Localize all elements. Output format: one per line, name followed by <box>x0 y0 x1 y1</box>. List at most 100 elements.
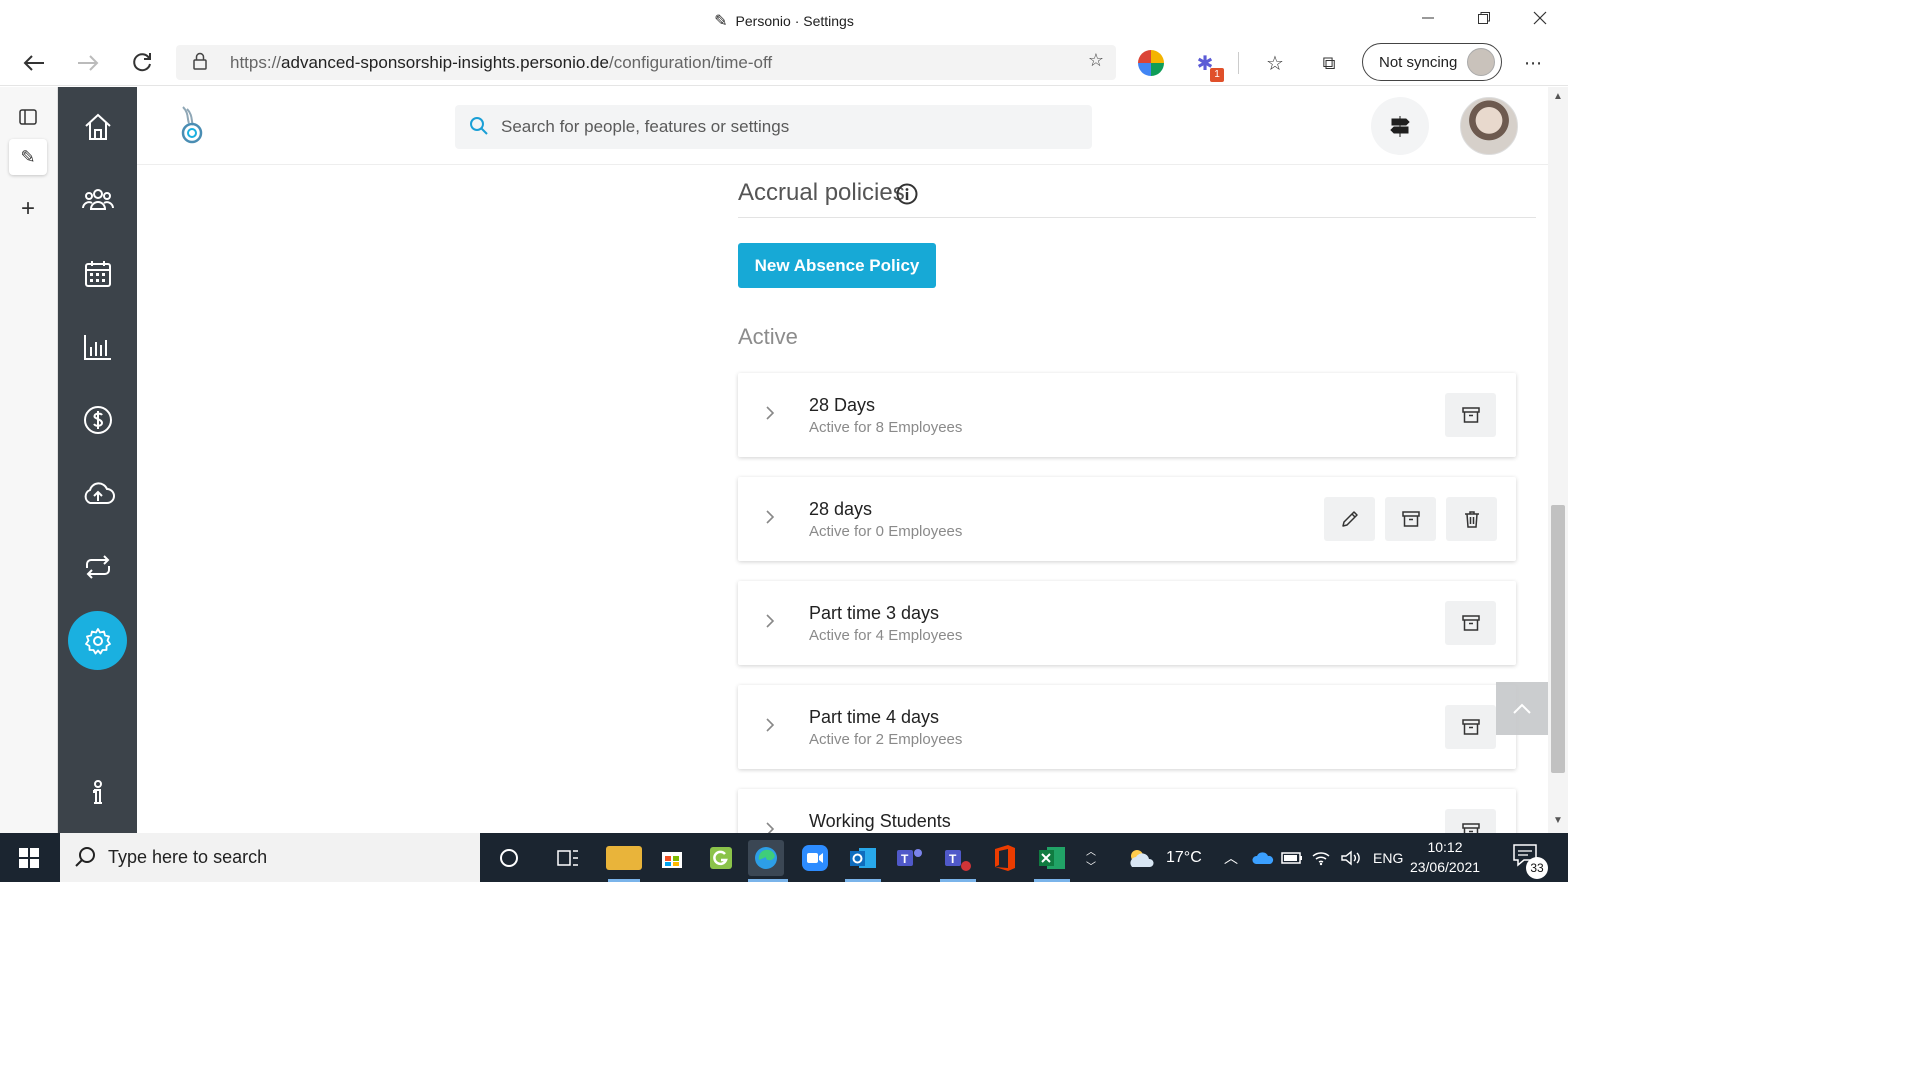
show-hidden-icons-icon[interactable]: ︿ <box>1224 833 1238 882</box>
nav-help[interactable] <box>68 763 127 822</box>
page-scrollbar[interactable]: ▲ ▼ <box>1548 87 1568 833</box>
file-explorer-icon[interactable] <box>606 846 642 870</box>
lock-icon[interactable] <box>192 52 208 74</box>
weather-widget[interactable]: 17°C <box>1126 833 1202 882</box>
zoom-icon[interactable] <box>797 840 833 876</box>
address-bar[interactable]: https://advanced-sponsorship-insights.pe… <box>176 45 1116 80</box>
policy-card[interactable]: 28 Days Active for 8 Employees <box>738 373 1516 457</box>
add-favorite-icon[interactable]: ☆ <box>1088 50 1104 71</box>
policy-name: 28 days <box>809 499 873 519</box>
nav-sync[interactable] <box>68 537 127 596</box>
profile-button[interactable]: Not syncing <box>1362 43 1502 81</box>
policy-card[interactable]: Working Students <box>738 789 1516 833</box>
windows-logo-icon <box>19 847 39 868</box>
nav-payroll[interactable] <box>68 390 127 449</box>
outlook-icon[interactable] <box>845 840 881 876</box>
back-button[interactable] <box>18 48 50 78</box>
scrollbar-thumb[interactable] <box>1551 505 1565 773</box>
archive-icon <box>1401 511 1420 527</box>
search-input[interactable] <box>501 105 1081 149</box>
nav-upload[interactable] <box>68 464 127 523</box>
close-button[interactable] <box>1512 0 1568 36</box>
search-icon <box>75 847 95 867</box>
office-icon[interactable] <box>987 840 1023 876</box>
nav-settings[interactable] <box>68 611 127 670</box>
grammarly-icon[interactable] <box>703 840 739 876</box>
file-explorer-running-indicator <box>608 879 640 882</box>
policy-card[interactable]: Part time 3 days Active for 4 Employees <box>738 581 1516 665</box>
window-titlebar: ✎ Personio · Settings <box>0 0 1568 40</box>
archive-button[interactable] <box>1445 601 1496 645</box>
home-icon <box>84 113 111 140</box>
minimize-icon <box>1422 17 1434 19</box>
cortana-icon[interactable] <box>491 840 527 876</box>
input-language[interactable]: ENG <box>1373 833 1403 882</box>
edge-browser-icon[interactable] <box>748 840 784 876</box>
nav-people[interactable] <box>68 170 127 229</box>
url-text[interactable]: https://advanced-sponsorship-insights.pe… <box>230 53 772 73</box>
chevron-right-icon[interactable] <box>764 715 778 737</box>
browser-toolbar: https://advanced-sponsorship-insights.pe… <box>0 40 1568 86</box>
onedrive-icon[interactable] <box>1252 833 1274 882</box>
minimize-button[interactable] <box>1400 0 1456 36</box>
new-absence-policy-button[interactable]: New Absence Policy <box>738 243 936 288</box>
active-tab-pen-icon[interactable]: ✎ <box>9 139 47 175</box>
edit-button[interactable] <box>1324 497 1375 541</box>
wifi-icon[interactable] <box>1311 833 1331 882</box>
restore-button[interactable] <box>1456 0 1512 36</box>
window-title-text: Personio · Settings <box>735 13 854 29</box>
collections-icon[interactable]: ⧉ <box>1316 50 1342 76</box>
scroll-to-top-button[interactable] <box>1496 682 1548 735</box>
more-options-icon[interactable]: ⋯ <box>1520 50 1546 76</box>
chevron-right-icon[interactable] <box>764 403 778 425</box>
teams-meeting-icon[interactable]: T <box>940 840 976 876</box>
info-icon[interactable] <box>896 183 918 205</box>
taskbar-search[interactable]: Type here to search <box>60 833 480 882</box>
scroll-up-arrow-icon[interactable]: ▲ <box>1553 91 1563 102</box>
refresh-button[interactable] <box>126 48 158 78</box>
weather-temperature: 17°C <box>1166 848 1202 866</box>
quick-actions-button[interactable] <box>1371 97 1429 155</box>
new-tab-icon[interactable]: + <box>9 191 47 227</box>
section-title: Accrual policies <box>738 179 905 206</box>
chevron-up-icon <box>1513 703 1531 714</box>
chevron-right-icon[interactable] <box>764 819 778 833</box>
nav-calendar[interactable] <box>68 244 127 303</box>
policy-name: Working Students <box>809 811 951 831</box>
delete-button[interactable] <box>1446 497 1497 541</box>
forward-button[interactable] <box>72 48 104 78</box>
policy-card[interactable]: Part time 4 days Active for 2 Employees <box>738 685 1516 769</box>
excel-icon[interactable] <box>1034 840 1070 876</box>
notification-center-button[interactable]: 33 <box>1512 843 1552 879</box>
start-button[interactable] <box>0 833 58 882</box>
user-avatar[interactable] <box>1460 97 1518 155</box>
chevron-right-icon[interactable] <box>764 611 778 633</box>
battery-icon[interactable] <box>1281 833 1303 882</box>
nav-analytics[interactable] <box>68 317 127 376</box>
profile-avatar <box>1467 48 1495 76</box>
archive-button[interactable] <box>1445 809 1496 833</box>
task-view-icon[interactable] <box>550 840 586 876</box>
nav-home[interactable] <box>68 97 127 156</box>
extension-asterisk-icon[interactable]: ✱ 1 <box>1192 50 1224 82</box>
microsoft-store-icon[interactable] <box>654 840 690 876</box>
global-search[interactable] <box>455 105 1092 149</box>
volume-icon[interactable] <box>1340 833 1362 882</box>
system-clock[interactable]: 10:12 23/06/2021 <box>1404 837 1486 877</box>
extension-chrome-icon[interactable] <box>1138 50 1164 76</box>
clock-time: 10:12 <box>1427 839 1463 855</box>
taskbar-scroll-icon[interactable]: ︿ ﹀ <box>1083 833 1099 882</box>
chevron-right-icon[interactable] <box>764 507 778 529</box>
teams-running-indicator <box>940 879 976 882</box>
archive-button[interactable] <box>1385 497 1436 541</box>
favorites-icon[interactable]: ☆ <box>1262 50 1288 76</box>
scroll-down-arrow-icon[interactable]: ▼ <box>1553 815 1563 826</box>
archive-icon <box>1461 719 1480 735</box>
dollar-circle-icon <box>83 405 112 434</box>
teams-icon[interactable]: T <box>892 840 928 876</box>
personio-logo[interactable] <box>175 105 209 147</box>
tab-actions-icon[interactable] <box>9 99 47 135</box>
archive-button[interactable] <box>1445 705 1496 749</box>
archive-button[interactable] <box>1445 393 1496 437</box>
policy-card[interactable]: 28 days Active for 0 Employees <box>738 477 1516 561</box>
